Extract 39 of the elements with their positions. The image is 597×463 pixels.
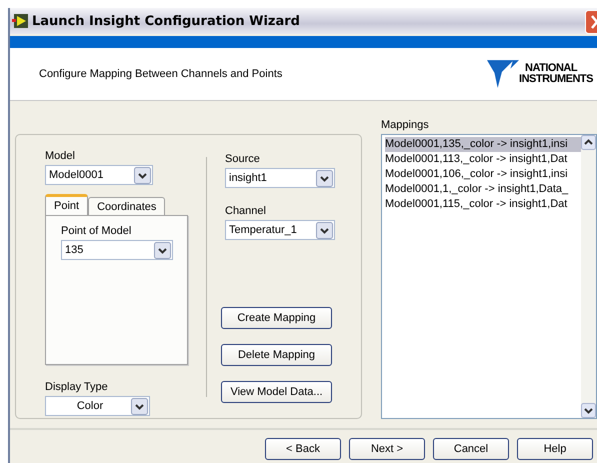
dropdown-field[interactable]: Model0001 <box>45 165 153 185</box>
logo-text: NATIONAL <box>525 63 578 74</box>
dropdown-field[interactable]: Color <box>45 396 150 416</box>
list-item[interactable]: Model0001,115,_color -> insight1,Dat <box>385 197 581 212</box>
dropdown-value: Color <box>76 400 104 412</box>
list-item[interactable]: Model0001,135,_color -> insight1,insi <box>385 137 581 152</box>
field-label: Model <box>45 149 76 163</box>
dropdown-value: Temperatur_1 <box>229 224 298 236</box>
scrollbar[interactable] <box>581 135 596 418</box>
wizard-button[interactable]: < Back <box>265 438 341 460</box>
tab[interactable]: Coordinates <box>88 197 166 215</box>
field-label: Source <box>225 152 261 166</box>
scroll-down-icon[interactable] <box>581 403 596 418</box>
action-button[interactable]: Create Mapping <box>221 307 332 329</box>
list-item[interactable]: Model0001,106,_color -> insight1,insi <box>385 167 581 182</box>
dropdown-field[interactable]: insight1 <box>225 168 335 188</box>
dropdown-field[interactable]: 135 <box>61 240 173 260</box>
logo-text: INSTRUMENTS <box>519 74 593 85</box>
window-title: Launch Insight Configuration Wizard <box>32 14 300 28</box>
scroll-up-icon[interactable] <box>581 135 596 150</box>
wizard-button[interactable]: Help <box>517 438 593 460</box>
tab[interactable]: Point <box>45 194 88 215</box>
list-label: Mappings <box>381 118 430 132</box>
wizard-button[interactable]: Cancel <box>433 438 509 460</box>
list-item[interactable]: Model0001,1,_color -> insight1,Data_ <box>385 182 581 197</box>
field-label: Display Type <box>45 380 109 394</box>
dropdown-value: 135 <box>65 244 84 256</box>
field-label: Channel <box>225 204 267 218</box>
dropdown-value: Model0001 <box>49 169 104 181</box>
action-button[interactable]: View Model Data... <box>221 381 332 403</box>
wizard-button[interactable]: Next > <box>349 438 425 460</box>
dropdown-field[interactable]: Temperatur_1 <box>225 220 335 240</box>
eagle-logo-icon <box>487 58 520 90</box>
dropdown-value: insight1 <box>229 172 268 184</box>
field-label: Point of Model <box>61 224 132 238</box>
list-item[interactable]: Model0001,113,_color -> insight1,Dat <box>385 152 581 167</box>
action-button[interactable]: Delete Mapping <box>221 344 332 366</box>
page-subtitle: Configure Mapping Between Channels and Points <box>39 68 282 80</box>
app-icon <box>12 14 28 28</box>
